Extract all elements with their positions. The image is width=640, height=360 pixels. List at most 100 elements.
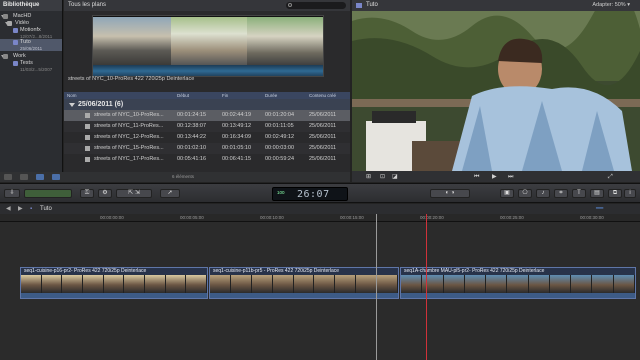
project-icon: ▪ (30, 206, 33, 212)
table-cell: 00:12:38:07 (177, 123, 207, 129)
back-arrow-icon[interactable]: ◀ (6, 204, 11, 214)
clip-thumbnail (41, 275, 63, 293)
event-icon (13, 28, 18, 33)
list-view-button[interactable] (52, 174, 60, 180)
timeline-clip[interactable]: seq1-cuisine-p11b-pr5 - ProRes 422 720i2… (209, 267, 399, 299)
clip-thumbnail (124, 275, 146, 293)
browser-topbar: Tous les plans (64, 0, 350, 11)
filmstrip-frame (247, 17, 323, 65)
dashboard-timecode[interactable]: 100 26:07 (272, 187, 348, 201)
folder-icon (7, 21, 12, 26)
library-item-tests[interactable]: Tests 11/03/2...5/2007 (0, 60, 62, 72)
clip-filter-button[interactable] (36, 174, 44, 180)
column-header-content-created[interactable]: Contenu créé (309, 92, 336, 99)
table-row[interactable]: streets of NYC_17-ProRes... 00:05:41:16 00… (64, 154, 350, 165)
previous-edit-icon[interactable]: ⏮ (474, 174, 479, 180)
table-cell: 00:01:20:04 (265, 112, 295, 118)
timecode-display: 26:07 (297, 189, 330, 200)
disclosure-triangle-icon[interactable] (69, 103, 75, 107)
zoom-dropdown[interactable]: Adapter: 50% ▾ (592, 0, 630, 11)
photo-browser-button[interactable]: ⎔ (518, 189, 532, 198)
clip-thumbnail (335, 275, 357, 293)
library-pane: Bibliothèque MacHD Vidéo Motionfx 12/07/… (0, 0, 63, 172)
table-cell: streets of NYC_17-ProRes... (94, 156, 164, 162)
info-icon[interactable]: i (624, 189, 636, 198)
clip-thumbnail (443, 275, 465, 293)
library-item-tuto[interactable]: Tuto 25/06/2011 (0, 39, 62, 51)
generators-button[interactable]: ▤ (590, 189, 604, 198)
library-item-video[interactable]: Vidéo (0, 20, 62, 27)
table-row[interactable]: streets of NYC_11-ProRes... 00:12:38:07 00… (64, 121, 350, 132)
timeline-area[interactable]: seq1-cuisine-p16-pr2- ProRes 422 720i25p… (0, 222, 640, 360)
action-menu-button[interactable] (20, 174, 28, 180)
render-status: 100 (277, 190, 285, 195)
import-media-button[interactable]: ⇩ (4, 189, 20, 198)
clip-filter-dropdown[interactable]: Tous les plans (68, 2, 106, 8)
keyword-editor-button[interactable]: ⚿ (80, 189, 94, 198)
timeline-clip[interactable]: seq1A-chambre MAU-pl5-pr2- ProRes 422 72… (400, 267, 636, 299)
column-header-duration[interactable]: Durée (265, 92, 277, 99)
clip-filmstrip[interactable] (92, 15, 324, 77)
date-group-row[interactable]: 25/06/2011 (6) (64, 99, 350, 110)
column-header-end[interactable]: Fin (222, 92, 228, 99)
disk-icon (3, 54, 8, 59)
show-library-button[interactable] (4, 174, 12, 180)
color-balance-button[interactable]: ⚙ (98, 189, 112, 198)
viewer-options-icon[interactable]: ⊞ (366, 174, 371, 180)
play-icon[interactable]: ▶ (492, 174, 497, 180)
clip-thumbnail (210, 275, 231, 293)
clip-thumbnail (549, 275, 572, 293)
table-cell: 00:13:44:22 (177, 134, 207, 140)
filmstrip-frame (93, 17, 171, 65)
titles-browser-button[interactable]: ⌗ (554, 189, 568, 198)
film-icon (85, 124, 90, 129)
transform-icon[interactable]: ⊡ (380, 174, 385, 180)
table-row[interactable]: streets of NYC_15-ProRes... 00:01:02:10 00… (64, 143, 350, 154)
clip-thumbnail (145, 275, 166, 293)
transitions-button[interactable]: ⧉ (608, 189, 622, 198)
timeline-clip[interactable]: seq1-cuisine-p16-pr2- ProRes 422 720i25p… (20, 267, 208, 299)
library-item-label: Vidéo (15, 20, 29, 26)
column-header-name[interactable]: Nom (67, 92, 77, 99)
timeline-ruler[interactable]: 00:00:00:00 00:00:05:00 00:00:10:00 00:00:1… (0, 214, 640, 222)
library-item-motionfx[interactable]: Motionfx 12/07/2...8/2011 (0, 27, 62, 39)
viewer-pane: Tuto Adapter: 50% ▾ ⊞ ⊡ ◪ ⏮ ▶ ⏭ ⤢ (352, 0, 640, 182)
library-item-work[interactable]: Work (0, 53, 62, 60)
skimmer[interactable] (426, 214, 427, 360)
clip-thumbnail (103, 275, 125, 293)
clip-thumbnail (293, 275, 315, 293)
film-icon (85, 135, 90, 140)
filmstrip-clip-name: streets of NYC_10-ProRes 422 720i25p Dei… (68, 76, 195, 82)
text-browser-button[interactable]: T (572, 189, 586, 198)
edit-tools-group[interactable]: ⇱ ⇲ (116, 189, 152, 198)
music-browser-button[interactable]: ♪ (536, 189, 550, 198)
clip-thumbnail (377, 275, 398, 293)
record-voiceover-button[interactable] (24, 189, 72, 198)
playhead[interactable] (376, 214, 377, 360)
ruler-tick-label: 00:00:15:00 (340, 215, 364, 220)
item-count: 6 éléments (172, 174, 195, 179)
clip-thumbnails (210, 275, 398, 293)
clip-thumbnail (186, 275, 207, 293)
audio-meters-button[interactable]: ◐ ◑ (430, 189, 470, 198)
table-cell: 00:05:41:16 (177, 156, 207, 162)
search-input[interactable] (286, 2, 346, 9)
zoom-slider[interactable]: ━━ (596, 204, 603, 214)
table-row[interactable]: streets of NYC_12-ProRes... 00:13:44:22 00… (64, 132, 350, 143)
clip-thumbnail (83, 275, 104, 293)
table-cell: 25/06/2011 (309, 134, 337, 140)
forward-arrow-icon[interactable]: ▶ (18, 204, 23, 214)
column-header-start[interactable]: Début (177, 92, 189, 99)
table-row[interactable]: streets of NYC_10-ProRes... 00:01:24:15 00… (64, 110, 350, 121)
ruler-tick-label: 00:00:10:00 (260, 215, 284, 220)
select-tool-button[interactable]: ➚ (160, 189, 180, 198)
clip-thumbnail (21, 275, 42, 293)
table-cell: 00:06:41:15 (222, 156, 252, 162)
clip-thumbnail (571, 275, 593, 293)
clip-thumbnail (507, 275, 529, 293)
inspector-button[interactable]: ▣ (500, 189, 514, 198)
fullscreen-icon[interactable]: ⤢ (608, 174, 613, 180)
enhance-icon[interactable]: ◪ (392, 174, 398, 180)
library-item-machd[interactable]: MacHD (0, 13, 62, 20)
next-edit-icon[interactable]: ⏭ (508, 174, 513, 180)
